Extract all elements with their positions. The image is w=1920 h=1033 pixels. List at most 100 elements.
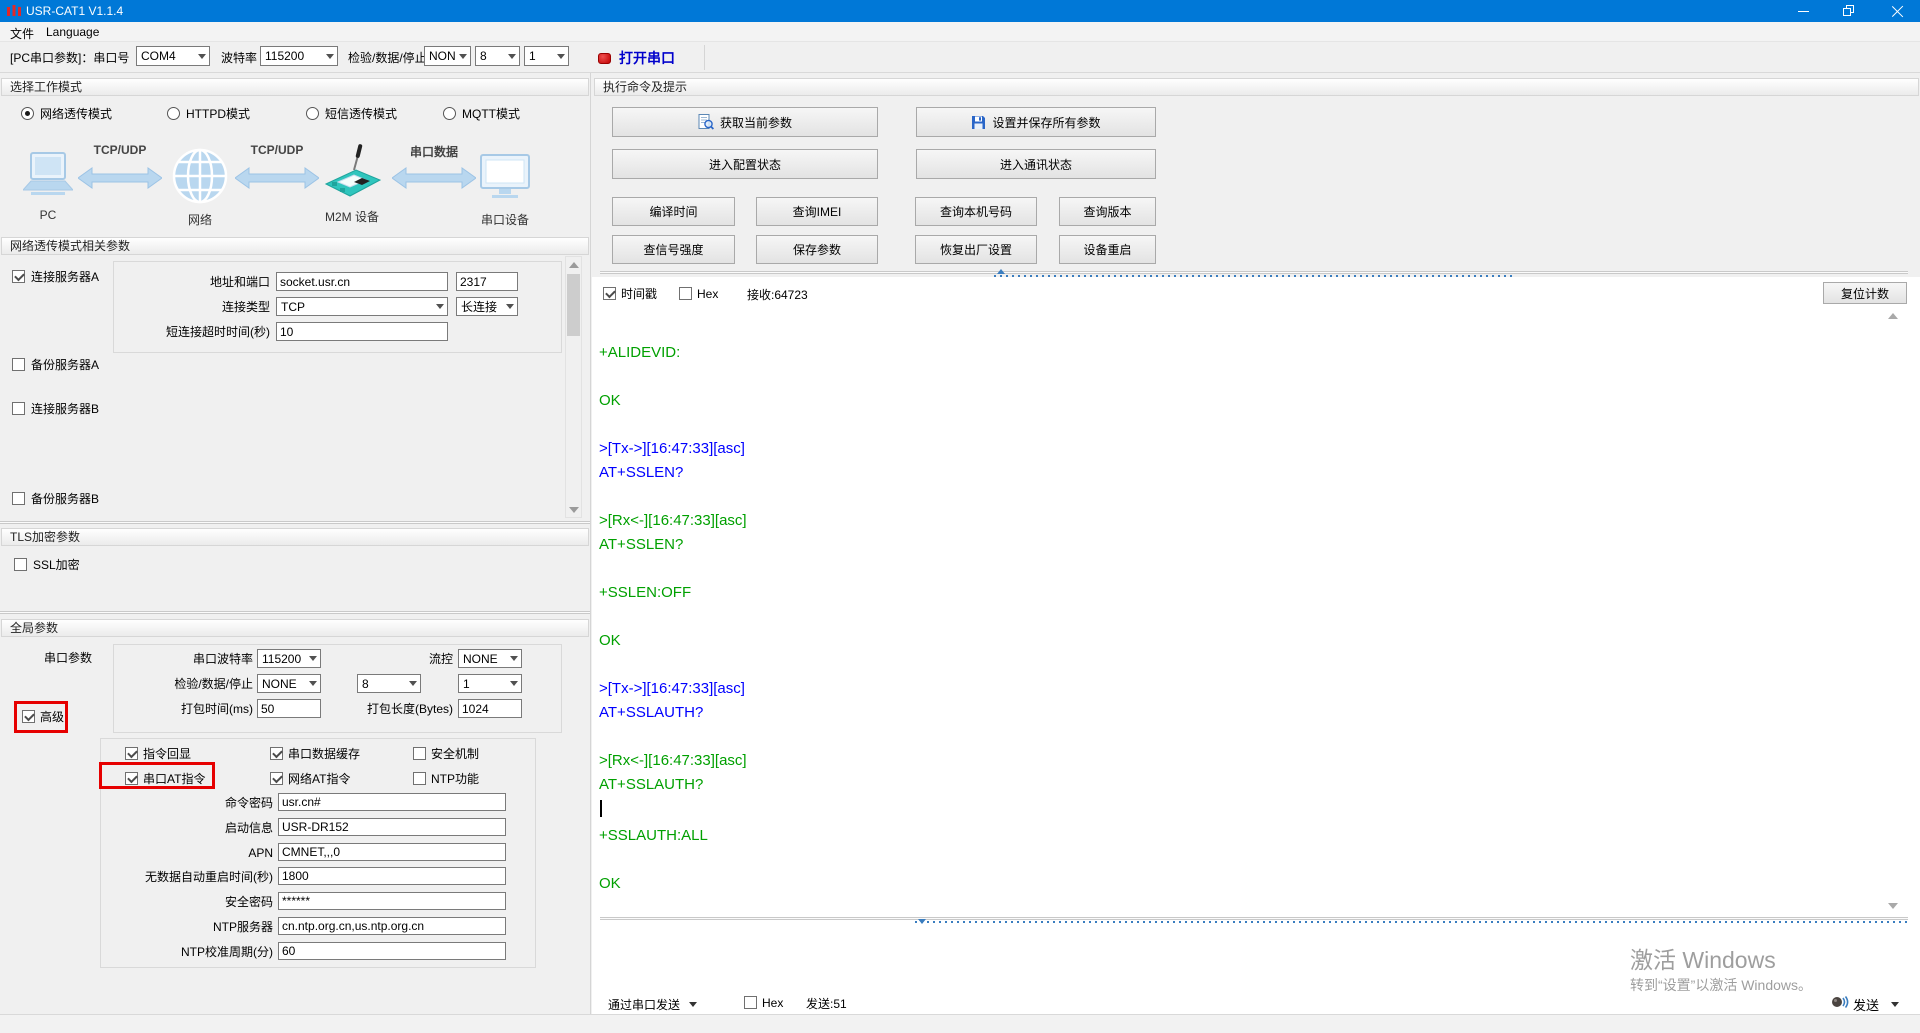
parity-select[interactable]: NONI xyxy=(424,46,471,66)
menu-language[interactable]: Language xyxy=(46,25,99,39)
chevron-down-icon xyxy=(198,54,206,59)
log-output[interactable]: AT+ALIDEVID?+ALIDEVID:OK>[Tx->][16:47:33… xyxy=(597,310,1877,916)
log-line: OK xyxy=(597,872,1877,896)
server-b-checkbox[interactable] xyxy=(12,402,25,415)
ntp-period-input[interactable] xyxy=(278,942,506,960)
splitter-handle-track[interactable] xyxy=(915,921,1908,923)
radio-httpd[interactable] xyxy=(167,107,180,120)
advanced-checkbox[interactable] xyxy=(22,710,35,723)
packlen-input[interactable] xyxy=(458,699,522,718)
toggle-serial-cache-checkbox[interactable] xyxy=(270,747,283,760)
stopbits-select[interactable]: 1 xyxy=(524,46,569,66)
log-scroll-down-icon[interactable] xyxy=(1888,903,1898,909)
node-label-m2m: M2M 设备 xyxy=(307,208,397,225)
no-data-restart-input[interactable] xyxy=(278,867,506,885)
baud-select[interactable]: 115200 xyxy=(260,46,338,66)
serial-baud-label: 串口波特率 xyxy=(140,650,253,669)
enter-comm-button[interactable]: 进入通讯状态 xyxy=(916,149,1156,179)
query-signal-button[interactable]: 查信号强度 xyxy=(612,235,735,264)
ntp-server-label: NTP服务器 xyxy=(100,918,273,937)
databits-select[interactable]: 8 xyxy=(475,46,520,66)
splitter-handle-track[interactable] xyxy=(994,275,1514,277)
query-version-button[interactable]: 查询版本 xyxy=(1059,197,1156,226)
send-button[interactable]: 发送 xyxy=(1853,995,1899,1014)
link-label-serial: 串口数据 xyxy=(389,143,479,160)
chevron-down-icon xyxy=(309,656,317,661)
ssl-checkbox[interactable] xyxy=(14,558,27,571)
radio-mqtt[interactable] xyxy=(443,107,456,120)
compile-time-button[interactable]: 编译时间 xyxy=(612,197,735,226)
log-splitter-top[interactable] xyxy=(600,271,1908,274)
log-line xyxy=(597,848,1877,872)
ntp-server-input[interactable] xyxy=(278,917,506,935)
node-label-pc: PC xyxy=(3,208,93,222)
close-button[interactable] xyxy=(1874,0,1920,22)
device-restart-button[interactable]: 设备重启 xyxy=(1059,235,1156,264)
serial-parity-select[interactable]: NONE xyxy=(257,674,321,693)
radio-net-transparent[interactable] xyxy=(21,107,34,120)
send-via-serial-button[interactable]: 通过串口发送 xyxy=(608,994,697,1014)
query-imei-button[interactable]: 查询IMEI xyxy=(756,197,878,226)
parity-data-stop-label: 检验/数据/停止 xyxy=(348,51,427,66)
panel-divider xyxy=(590,73,591,1014)
open-port-button[interactable]: 打开串口 xyxy=(598,45,675,71)
log-splitter-bottom[interactable] xyxy=(600,917,1908,920)
factory-reset-button[interactable]: 恢复出厂设置 xyxy=(915,235,1037,264)
chevron-down-icon xyxy=(326,54,334,59)
security-password-label: 安全密码 xyxy=(100,893,273,912)
log-line: +ALIDEVID: xyxy=(597,341,1877,365)
save-params-button[interactable]: 保存参数 xyxy=(756,235,878,264)
send-hex-checkbox[interactable] xyxy=(744,996,757,1009)
apn-input[interactable] xyxy=(278,843,506,861)
serial-stopbits-select[interactable]: 1 xyxy=(458,674,522,693)
net-params-scrollbar[interactable] xyxy=(565,256,582,518)
packtime-input[interactable] xyxy=(257,699,321,718)
backup-b-checkbox[interactable] xyxy=(12,492,25,505)
com-port-select[interactable]: COM4 xyxy=(136,46,210,66)
log-scroll-up-icon[interactable] xyxy=(1888,313,1898,319)
restore-button[interactable] xyxy=(1826,0,1872,22)
toggle-serial-at-checkbox[interactable] xyxy=(125,772,138,785)
radio-sms[interactable] xyxy=(306,107,319,120)
conn-type-select[interactable]: TCP xyxy=(276,297,448,316)
toggle-serial-cache-label: 串口数据缓存 xyxy=(288,747,360,762)
reset-counter-button[interactable]: 复位计数 xyxy=(1823,282,1907,304)
chevron-down-icon xyxy=(510,681,518,686)
splitter-collapse-up-icon[interactable] xyxy=(997,269,1005,274)
conn-mode-select[interactable]: 长连接 xyxy=(456,297,518,316)
server-a-checkbox[interactable] xyxy=(12,270,25,283)
server-a-address-input[interactable] xyxy=(276,272,448,291)
security-password-input[interactable] xyxy=(278,892,506,910)
toggle-cmd-echo-checkbox[interactable] xyxy=(125,747,138,760)
toggle-security-checkbox[interactable] xyxy=(413,747,426,760)
backup-b-label: 备份服务器B xyxy=(31,492,99,507)
toggle-ntp-checkbox[interactable] xyxy=(413,772,426,785)
splitter-collapse-down-icon[interactable] xyxy=(918,919,926,924)
flow-select[interactable]: NONE xyxy=(458,649,522,668)
query-number-button[interactable]: 查询本机号码 xyxy=(915,197,1037,226)
scroll-down-icon[interactable] xyxy=(569,507,579,513)
menu-file[interactable]: 文件 xyxy=(10,25,34,42)
log-line xyxy=(597,605,1877,629)
get-params-button[interactable]: 获取当前参数 xyxy=(612,107,878,137)
serial-databits-select[interactable]: 8 xyxy=(357,674,421,693)
node-label-serial-device: 串口设备 xyxy=(460,211,550,228)
cmd-password-input[interactable] xyxy=(278,793,506,811)
set-save-params-button[interactable]: 设置并保存所有参数 xyxy=(916,107,1156,137)
toggle-net-at-checkbox[interactable] xyxy=(270,772,283,785)
section-divider xyxy=(0,521,590,524)
log-line xyxy=(597,413,1877,437)
scroll-up-icon[interactable] xyxy=(569,262,579,268)
scrollbar-thumb[interactable] xyxy=(567,274,580,336)
timestamp-checkbox[interactable] xyxy=(603,287,616,300)
radio-httpd-label: HTTPD模式 xyxy=(186,107,250,122)
serial-baud-select[interactable]: 115200 xyxy=(257,649,321,668)
backup-a-checkbox[interactable] xyxy=(12,358,25,371)
server-a-port-input[interactable] xyxy=(456,272,518,291)
minimize-button[interactable] xyxy=(1780,0,1826,22)
log-hex-checkbox[interactable] xyxy=(679,287,692,300)
boot-message-input[interactable] xyxy=(278,818,506,836)
short-timeout-input[interactable] xyxy=(276,322,448,341)
log-line: AT+SSLEN? xyxy=(597,461,1877,485)
enter-config-button[interactable]: 进入配置状态 xyxy=(612,149,878,179)
